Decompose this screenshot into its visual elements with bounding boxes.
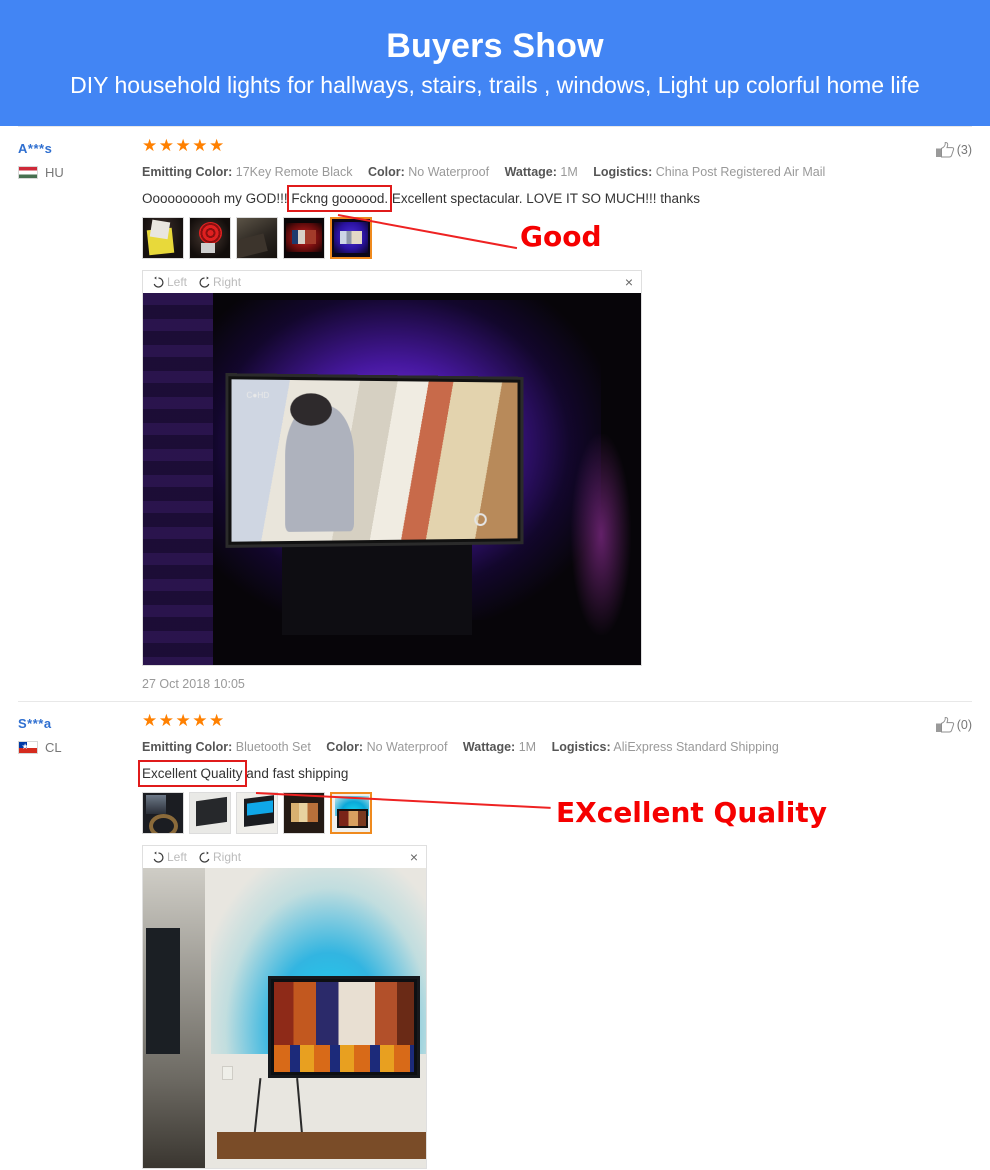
reviewer-country: ★ CL (18, 740, 142, 755)
helpful-count-2[interactable]: (0) (935, 716, 972, 734)
review-photo-large[interactable]: C●HD (143, 293, 641, 665)
close-icon[interactable]: × (625, 275, 633, 289)
attr-key-color: Color: (367, 165, 405, 179)
hungary-flag-icon (18, 166, 38, 179)
review-comment: Oooooooooh my GOD!!! Fckng goooood. Exce… (142, 185, 972, 212)
rotate-right-button[interactable]: Right (197, 850, 241, 865)
rotate-right-icon (199, 276, 210, 288)
rotate-right-button[interactable]: Right (197, 275, 241, 290)
country-code: CL (45, 740, 62, 755)
attr-key-logistics: Logistics: (593, 165, 653, 179)
image-viewer-toolbar: Left Right × (143, 846, 426, 868)
rotate-left-icon (153, 851, 164, 863)
rotate-left-button[interactable]: Left (151, 850, 187, 865)
comment-part-before: Oooooooooh my GOD!!! (142, 191, 292, 206)
attr-key-wattage: Wattage: (504, 165, 557, 179)
comment-part-after: and fast shipping (242, 766, 349, 781)
product-attributes: Emitting Color: 17Key Remote Black Color… (142, 164, 972, 181)
image-viewer: Left Right × (142, 270, 642, 666)
page-subtitle: DIY household lights for hallways, stair… (70, 72, 920, 99)
image-viewer: Left Right × (142, 845, 427, 1169)
thumbnail-item-selected[interactable] (330, 217, 372, 259)
thumbnail-item[interactable] (283, 792, 325, 834)
attr-key-color: Color: (326, 740, 364, 754)
attr-value-logistics: AliExpress Standard Shipping (613, 740, 779, 754)
helpful-count-1[interactable]: (3) (935, 141, 972, 159)
thumbnail-item[interactable] (142, 792, 184, 834)
reviewer-info: S***a ★ CL (18, 712, 142, 1169)
close-icon[interactable]: × (410, 850, 418, 864)
review-item: A***s HU ★★★★★ Emitting Color: 17Key Rem… (0, 127, 990, 701)
rotate-right-label: Right (213, 850, 242, 864)
rotate-right-icon (199, 851, 210, 863)
attr-value-wattage: 1M (518, 740, 537, 754)
reviews-list: A***s HU ★★★★★ Emitting Color: 17Key Rem… (0, 127, 990, 1169)
review-thumbnail-strip (142, 217, 972, 259)
comment-highlighted-phrase: Excellent Quality (138, 760, 247, 787)
attr-value-emitting-color: Bluetooth Set (235, 740, 311, 754)
attr-value-emitting-color: 17Key Remote Black (235, 165, 353, 179)
review-item: S***a ★ CL ★★★★★ Emitting Color: Bluetoo… (0, 702, 990, 1169)
attr-value-color: No Waterproof (366, 740, 448, 754)
rotate-right-label: Right (213, 275, 242, 289)
attr-key-logistics: Logistics: (551, 740, 611, 754)
thumbnail-item-selected[interactable] (330, 792, 372, 834)
rating-stars: ★★★★★ (142, 136, 226, 155)
attr-key-emitting-color: Emitting Color: (142, 165, 233, 179)
review-date: 27 Oct 2018 10:05 (142, 677, 245, 691)
attr-value-logistics: China Post Registered Air Mail (655, 165, 826, 179)
chile-flag-icon: ★ (18, 741, 38, 754)
review-photo-large[interactable] (143, 868, 426, 1168)
thumbs-up-icon (935, 717, 954, 733)
rotate-left-label: Left (167, 275, 188, 289)
reviewer-name[interactable]: A***s (18, 141, 142, 156)
comment-part-after: Excellent spectacular. LOVE IT SO MUCH!!… (388, 191, 701, 206)
rating-stars: ★★★★★ (142, 711, 226, 730)
attr-key-wattage: Wattage: (462, 740, 516, 754)
thumbnail-item[interactable] (189, 217, 231, 259)
reviewer-name[interactable]: S***a (18, 716, 142, 731)
thumbnail-item[interactable] (283, 217, 325, 259)
product-attributes: Emitting Color: Bluetooth Set Color: No … (142, 739, 972, 756)
country-code: HU (45, 165, 64, 180)
attr-value-color: No Waterproof (408, 165, 490, 179)
reviewer-country: HU (18, 165, 142, 180)
thumbnail-item[interactable] (236, 217, 278, 259)
thumbs-up-icon (935, 142, 954, 158)
comment-highlighted-phrase: Fckng goooood. (287, 185, 392, 212)
helpful-count-label: (0) (956, 718, 972, 732)
review-thumbnail-strip (142, 792, 972, 834)
rotate-left-button[interactable]: Left (151, 275, 187, 290)
helpful-count-label: (3) (956, 143, 972, 157)
reviewer-info: A***s HU (18, 137, 142, 701)
review-comment: Excellent Quality and fast shipping (138, 760, 972, 787)
page-title: Buyers Show (386, 26, 604, 65)
thumbnail-item[interactable] (189, 792, 231, 834)
rotate-left-icon (153, 276, 164, 288)
attr-key-emitting-color: Emitting Color: (142, 740, 233, 754)
thumbnail-item[interactable] (236, 792, 278, 834)
image-viewer-toolbar: Left Right × (143, 271, 641, 293)
page-banner: Buyers Show DIY household lights for hal… (0, 0, 990, 126)
thumbnail-item[interactable] (142, 217, 184, 259)
attr-value-wattage: 1M (560, 165, 578, 179)
rotate-left-label: Left (167, 850, 188, 864)
